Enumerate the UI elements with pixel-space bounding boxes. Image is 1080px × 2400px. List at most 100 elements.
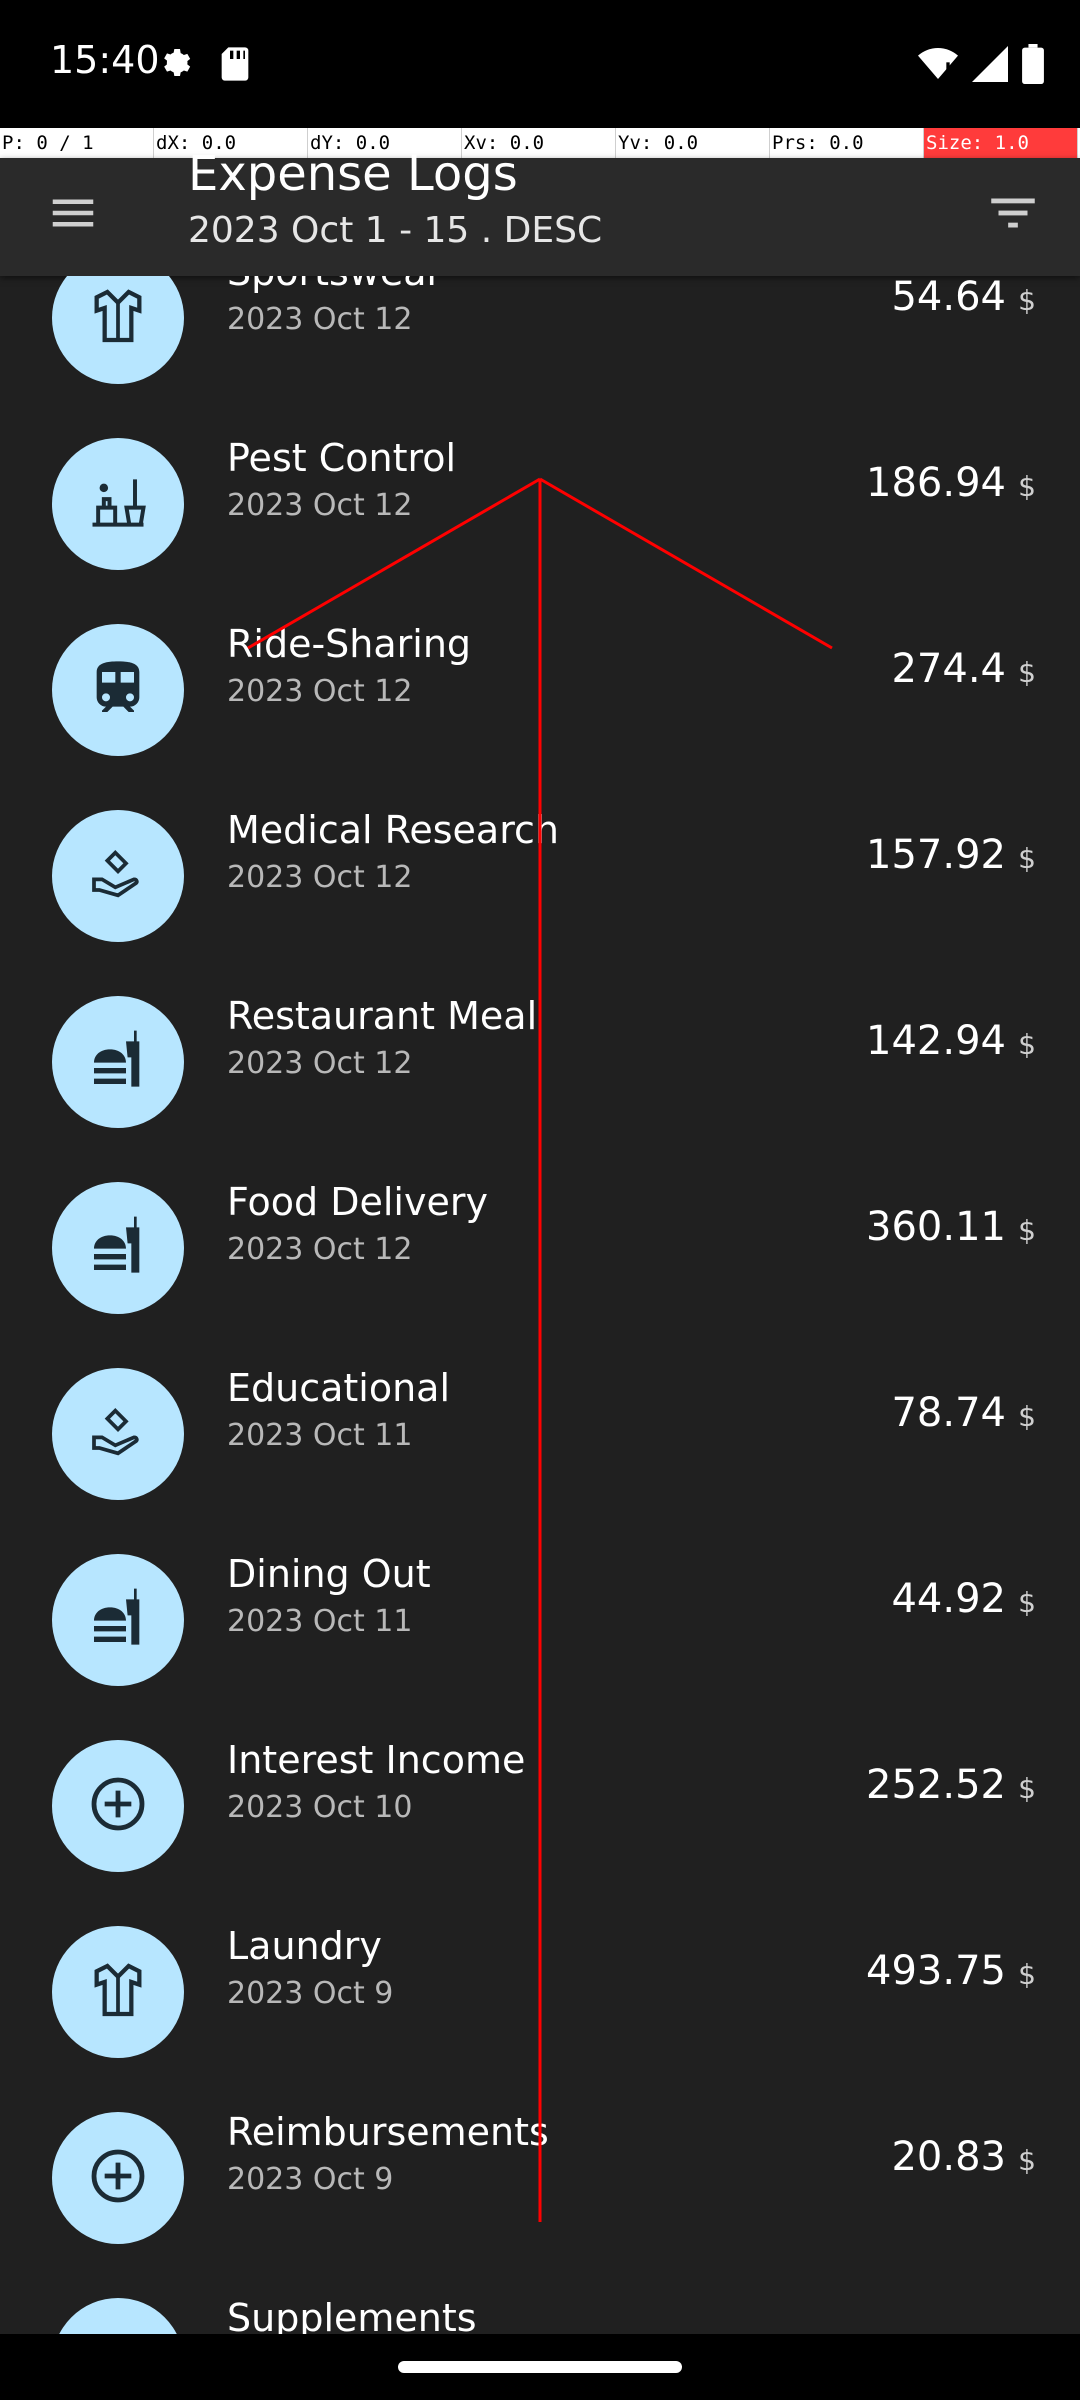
hand-heart-icon [86, 1400, 150, 1468]
currency-symbol: $ [1018, 1400, 1036, 1433]
expense-row[interactable]: Restaurant Meal 2023 Oct 12 142.94 $ [0, 930, 1080, 1128]
category-avatar [52, 2298, 184, 2334]
category-avatar [52, 276, 184, 384]
expense-date: 2023 Oct 9 [227, 1976, 394, 2011]
expense-title: Educational [227, 1366, 451, 1410]
debug-size: Size: 1.0 [924, 128, 1078, 158]
expense-date: 2023 Oct 11 [227, 1418, 413, 1453]
expense-amount: 186.94 [866, 460, 1006, 506]
status-right-icons [918, 44, 1044, 88]
filter-icon[interactable] [984, 184, 1042, 242]
category-avatar [52, 1926, 184, 2058]
expense-amount: 252.52 [866, 1762, 1006, 1808]
expense-row[interactable]: Reimbursements 2023 Oct 9 20.83 $ [0, 2046, 1080, 2244]
app-bar: Expense Logs 2023 Oct 1 - 15 . DESC [0, 146, 1080, 276]
expense-row[interactable]: Laundry 2023 Oct 9 493.75 $ [0, 1860, 1080, 2058]
wifi-icon [918, 46, 958, 86]
debug-yv: Yv: 0.0 [616, 128, 770, 158]
currency-symbol: $ [1018, 1586, 1036, 1619]
expense-date: 2023 Oct 12 [227, 1046, 413, 1081]
shirt-icon [86, 284, 150, 352]
expense-title: Laundry [227, 1924, 382, 1968]
expense-title: Medical Research [227, 808, 559, 852]
expense-title: Sportswear [227, 276, 442, 294]
expense-row[interactable]: Educational 2023 Oct 11 78.74 $ [0, 1302, 1080, 1500]
fast-food-icon [86, 1214, 150, 1282]
expense-row[interactable]: Supplements [0, 2232, 1080, 2334]
date-range-subtitle: 2023 Oct 1 - 15 . DESC [188, 210, 603, 251]
currency-symbol: $ [1018, 1772, 1036, 1805]
expense-date: 2023 Oct 12 [227, 860, 413, 895]
add-circle-icon [86, 2144, 150, 2212]
currency-symbol: $ [1018, 284, 1036, 317]
expense-date: 2023 Oct 12 [227, 1232, 413, 1267]
currency-symbol: $ [1018, 1958, 1036, 1991]
expense-list[interactable]: Sportswear 2023 Oct 12 54.64 $ Pest Control 2… [0, 276, 1080, 2334]
expense-amount: 142.94 [866, 1018, 1006, 1064]
home-gesture-handle[interactable] [398, 2361, 682, 2373]
pointer-location-debug-bar: P: 0 / 1 dX: 0.0 dY: 0.0 Xv: 0.0 Yv: 0.0… [0, 128, 1080, 158]
expense-title: Interest Income [227, 1738, 526, 1782]
shirt-icon [86, 1958, 150, 2026]
expense-date: 2023 Oct 12 [227, 488, 413, 523]
category-avatar [52, 1368, 184, 1500]
category-avatar [52, 1740, 184, 1872]
category-avatar [52, 810, 184, 942]
expense-row[interactable]: Pest Control 2023 Oct 12 186.94 $ [0, 372, 1080, 570]
hamburger-menu-icon[interactable] [46, 186, 100, 240]
expense-amount: 360.11 [866, 1204, 1006, 1250]
expense-title: Ride-Sharing [227, 622, 472, 666]
expense-amount: 274.4 [891, 646, 1006, 692]
expense-date: 2023 Oct 12 [227, 302, 413, 337]
cleaning-icon [84, 468, 152, 540]
expense-date: 2023 Oct 11 [227, 1604, 413, 1639]
category-avatar [52, 1554, 184, 1686]
expense-row[interactable]: Sportswear 2023 Oct 12 54.64 $ [0, 276, 1080, 384]
expense-title: Reimbursements [227, 2110, 549, 2154]
currency-symbol: $ [1018, 1214, 1036, 1247]
expense-title: Food Delivery [227, 1180, 488, 1224]
expense-date: 2023 Oct 12 [227, 674, 413, 709]
debug-pointer: P: 0 / 1 [0, 128, 154, 158]
status-time: 15:40 [50, 38, 160, 82]
expense-amount: 157.92 [866, 832, 1006, 878]
expense-date: 2023 Oct 10 [227, 1790, 413, 1825]
category-avatar [52, 624, 184, 756]
battery-icon [1022, 44, 1044, 88]
expense-row[interactable]: Food Delivery 2023 Oct 12 360.11 $ [0, 1116, 1080, 1314]
navigation-bar [0, 2334, 1080, 2400]
expense-amount: 54.64 [891, 276, 1006, 320]
add-circle-icon [86, 1772, 150, 1840]
category-avatar [52, 996, 184, 1128]
expense-title: Dining Out [227, 1552, 431, 1596]
expense-row[interactable]: Interest Income 2023 Oct 10 252.52 $ [0, 1674, 1080, 1872]
category-avatar [52, 438, 184, 570]
expense-title: Supplements [227, 2296, 477, 2334]
expense-amount: 493.75 [866, 1948, 1006, 1994]
expense-row[interactable]: Ride-Sharing 2023 Oct 12 274.4 $ [0, 558, 1080, 756]
expense-row[interactable]: Dining Out 2023 Oct 11 44.92 $ [0, 1488, 1080, 1686]
page-title: Expense Logs [188, 146, 518, 202]
expense-amount: 20.83 [891, 2134, 1006, 2180]
category-avatar [52, 2112, 184, 2244]
train-icon [86, 656, 150, 724]
category-avatar [52, 1182, 184, 1314]
fast-food-icon [86, 1028, 150, 1096]
sd-card-icon [218, 44, 252, 88]
hand-heart-icon [86, 842, 150, 910]
status-left-icons [156, 44, 252, 88]
fast-food-icon [86, 1586, 150, 1654]
expense-date: 2023 Oct 9 [227, 2162, 394, 2197]
expense-row[interactable]: Medical Research 2023 Oct 12 157.92 $ [0, 744, 1080, 942]
currency-symbol: $ [1018, 2144, 1036, 2177]
expense-title: Pest Control [227, 436, 457, 480]
status-bar: 15:40 [0, 0, 1080, 128]
currency-symbol: $ [1018, 842, 1036, 875]
expense-amount: 78.74 [891, 1390, 1006, 1436]
signal-icon [972, 46, 1008, 86]
expense-title: Restaurant Meal [227, 994, 538, 1038]
currency-symbol: $ [1018, 656, 1036, 689]
currency-symbol: $ [1018, 470, 1036, 503]
settings-gear-icon [156, 44, 196, 88]
debug-pressure: Prs: 0.0 [770, 128, 924, 158]
